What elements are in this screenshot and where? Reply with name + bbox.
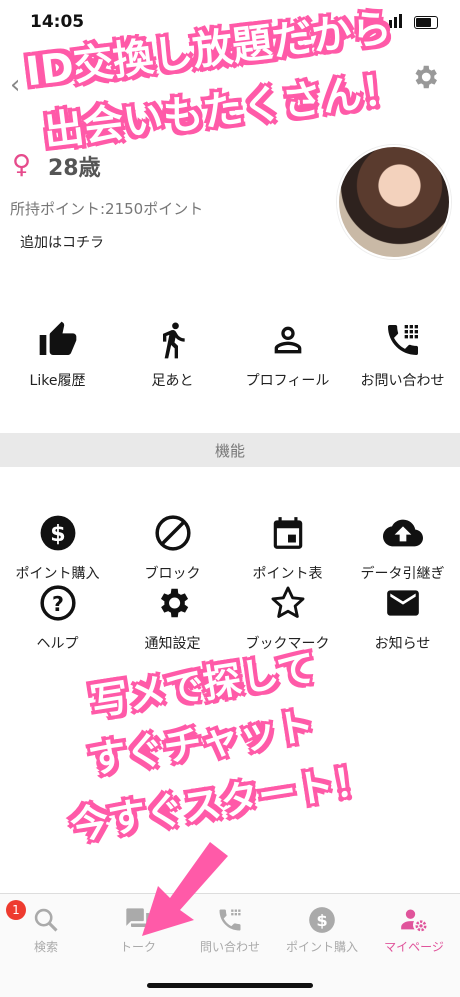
help-icon: ? (39, 585, 76, 621)
notification-settings-button[interactable]: 通知設定 (115, 583, 230, 653)
back-arrow-icon[interactable]: ‹ (10, 70, 20, 100)
tab-mypage-label: マイページ (384, 940, 444, 954)
avatar[interactable] (337, 145, 451, 259)
status-time: 14:05 (30, 12, 85, 32)
calendar-icon (273, 517, 302, 549)
features-row-2: ? ヘルプ 通知設定 ブックマーク お知らせ (0, 583, 460, 653)
contact-button[interactable]: お問い合わせ (345, 320, 460, 390)
dollar-coin-icon: $ (309, 907, 335, 933)
thumbs-up-icon (39, 321, 76, 355)
gear-icon (160, 588, 188, 618)
phone-dialpad-icon (387, 325, 418, 355)
like-history-label: Like履歴 (29, 373, 86, 389)
contact-label: お問い合わせ (360, 373, 445, 389)
tab-search-label: 検索 (33, 940, 58, 954)
settings-gear-icon[interactable] (410, 62, 440, 92)
features-row-1: $ ポイント購入 ブロック ポイント表 データ引継ぎ (0, 513, 460, 583)
tab-talk-label: トーク (119, 940, 156, 954)
block-button[interactable]: ブロック (115, 513, 230, 583)
footprints-label: 足あと (151, 373, 194, 389)
data-transfer-label: データ引継ぎ (360, 566, 445, 582)
walking-person-icon (162, 322, 185, 359)
tab-buy-points-label: ポイント購入 (285, 940, 358, 954)
dollar-coin-icon: $ (40, 515, 75, 551)
help-label: ヘルプ (36, 636, 79, 652)
points-table-label: ポイント表 (252, 566, 323, 582)
tab-mypage[interactable]: マイページ (368, 894, 460, 955)
bottom-tab-bar: 検索 トーク 問い合わせ $ ポイント購入 マイページ (0, 893, 460, 997)
tab-contact-label: 問い合わせ (199, 940, 260, 954)
buy-points-label: ポイント購入 (15, 566, 100, 582)
svg-text:?: ? (52, 592, 64, 616)
profile-label: プロフィール (245, 373, 330, 389)
svg-text:$: $ (50, 521, 65, 547)
block-icon (154, 515, 191, 551)
profile-button[interactable]: プロフィール (230, 320, 345, 390)
buy-points-button[interactable]: $ ポイント購入 (0, 513, 115, 583)
star-icon (271, 586, 304, 618)
points-balance: 所持ポイント:2150ポイント (10, 200, 204, 218)
user-settings-icon (401, 909, 427, 932)
notices-label: お知らせ (374, 636, 431, 652)
points-table-button[interactable]: ポイント表 (230, 513, 345, 583)
gender-female-icon: ♀ (12, 150, 32, 180)
person-icon (274, 326, 301, 354)
add-points-link[interactable]: 追加はコチラ (20, 232, 104, 252)
notification-badge: 1 (6, 900, 26, 920)
mail-icon (386, 590, 419, 616)
home-indicator (147, 983, 313, 988)
battery-icon (414, 16, 438, 29)
quick-actions-row: Like履歴 足あと プロフィール お問い合わせ (0, 320, 460, 390)
notices-button[interactable]: お知らせ (345, 583, 460, 653)
search-icon (34, 908, 58, 932)
like-history-button[interactable]: Like履歴 (0, 320, 115, 390)
footprints-button[interactable]: 足あと (115, 320, 230, 390)
promo-arrow-icon (142, 842, 228, 936)
block-label: ブロック (144, 566, 201, 582)
tab-buy-points[interactable]: $ ポイント購入 (276, 894, 368, 955)
svg-text:$: $ (316, 911, 327, 930)
data-transfer-button[interactable]: データ引継ぎ (345, 513, 460, 583)
notification-settings-label: 通知設定 (144, 636, 201, 652)
section-header-features: 機能 (0, 433, 460, 467)
cloud-upload-icon (382, 519, 423, 547)
help-button[interactable]: ? ヘルプ (0, 583, 115, 653)
